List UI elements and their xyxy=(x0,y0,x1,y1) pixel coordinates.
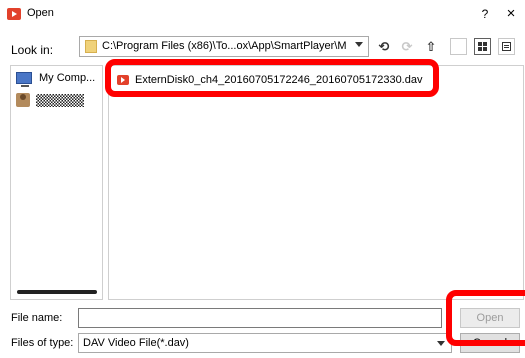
folder-icon xyxy=(85,40,97,53)
title-bar: Open ? × xyxy=(0,0,525,30)
sidebar-item-my-computer[interactable]: My Comp... xyxy=(16,69,95,87)
look-in-path: C:\Program Files (x86)\To...ox\App\Smart… xyxy=(102,40,347,52)
redacted-label xyxy=(36,93,84,107)
user-folder-icon xyxy=(16,93,30,107)
file-type-label: Files of type: xyxy=(11,337,74,349)
window-title: Open xyxy=(27,7,54,19)
chevron-down-icon[interactable] xyxy=(355,42,363,47)
places-sidebar[interactable]: My Comp... xyxy=(10,65,103,300)
highlight-file-annotation xyxy=(105,59,439,97)
grid-icon xyxy=(478,42,487,51)
file-name-input[interactable] xyxy=(78,308,442,328)
sidebar-item-user[interactable] xyxy=(16,91,84,109)
help-button[interactable]: ? xyxy=(478,7,492,23)
forward-arrow-icon[interactable]: ⟳ xyxy=(399,39,415,55)
details-icon xyxy=(502,42,511,51)
highlight-open-annotation xyxy=(446,290,525,346)
file-list[interactable]: ExternDisk0_ch4_20160705172246_201607051… xyxy=(108,65,524,300)
chevron-down-icon[interactable] xyxy=(437,341,445,346)
app-icon xyxy=(7,8,21,20)
sidebar-item-label: My Comp... xyxy=(39,72,96,84)
new-folder-icon[interactable] xyxy=(450,38,467,55)
look-in-label: Look in: xyxy=(11,43,54,57)
close-button[interactable]: × xyxy=(503,5,519,23)
back-arrow-icon[interactable]: ⟲ xyxy=(376,39,392,55)
look-in-combo[interactable]: C:\Program Files (x86)\To...ox\App\Smart… xyxy=(79,36,369,57)
sidebar-scrollbar[interactable] xyxy=(17,290,97,294)
file-type-value: DAV Video File(*.dav) xyxy=(83,337,189,349)
file-type-combo[interactable]: DAV Video File(*.dav) xyxy=(78,333,452,353)
computer-icon xyxy=(16,72,32,87)
list-view-icon[interactable] xyxy=(474,38,491,55)
up-arrow-icon[interactable]: ⇧ xyxy=(423,39,439,55)
detail-view-icon[interactable] xyxy=(498,38,515,55)
file-name-label: File name: xyxy=(11,312,63,324)
